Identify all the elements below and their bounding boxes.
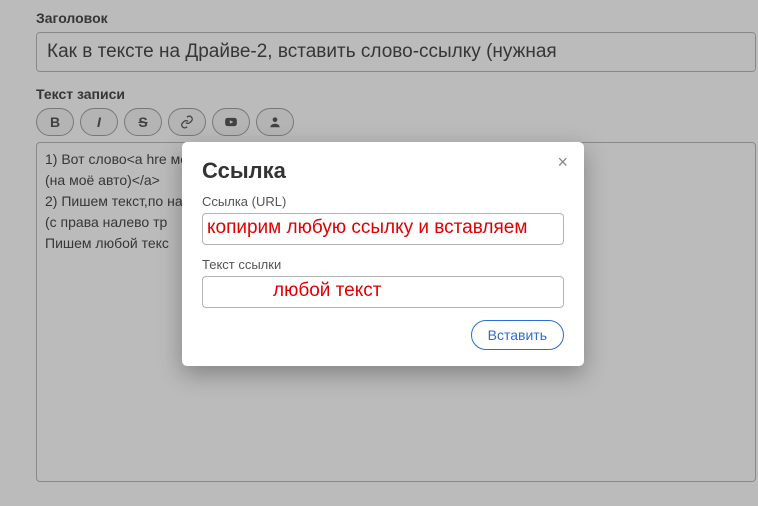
close-icon: × (557, 152, 568, 172)
link-modal: × Ссылка Ссылка (URL) копирим любую ссыл… (182, 142, 584, 366)
modal-title: Ссылка (202, 158, 564, 184)
insert-button[interactable]: Вставить (471, 320, 564, 350)
link-text-input[interactable]: любой текст (202, 276, 564, 308)
url-label: Ссылка (URL) (202, 194, 564, 209)
url-input[interactable]: копирим любую ссылку и вставляем (202, 213, 564, 245)
link-text-label: Текст ссылки (202, 257, 564, 272)
url-annotation-text: копирим любую ссылку и вставляем (207, 217, 527, 239)
close-button[interactable]: × (551, 150, 574, 175)
text-annotation-text: любой текст (273, 280, 381, 302)
